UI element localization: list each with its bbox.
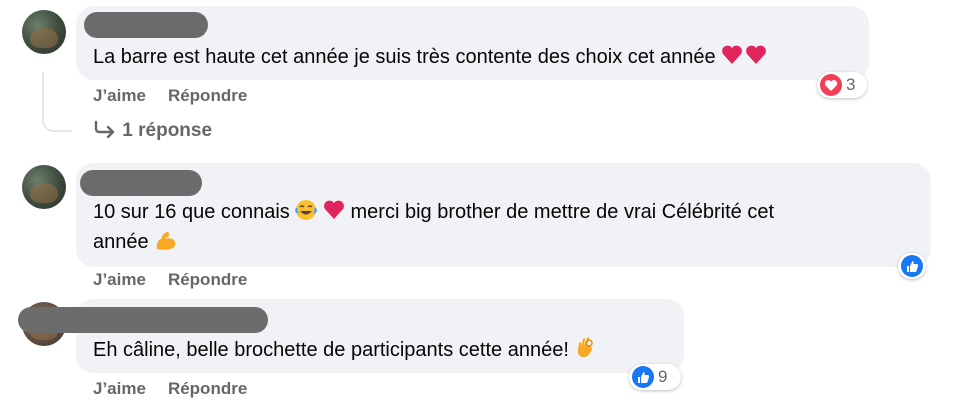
comment-actions: J’aime Répondre — [93, 379, 269, 399]
author-name-redacted[interactable] — [84, 12, 208, 38]
comment-actions: J’aime Répondre — [93, 270, 269, 290]
reaction-summary[interactable] — [898, 253, 926, 279]
reply-button[interactable]: Répondre — [168, 270, 247, 289]
like-reaction-icon — [901, 255, 923, 277]
reaction-summary[interactable]: 3 — [817, 72, 867, 98]
comment-text-content: merci big brother de mettre de vrai Célé… — [350, 201, 775, 223]
replies-count-label: 1 réponse — [122, 120, 213, 141]
comment-bubble: La barre est haute cet année je suis trè… — [76, 6, 869, 80]
like-reaction-icon — [632, 366, 654, 388]
like-button[interactable]: J’aime — [93, 270, 146, 289]
comment-text-content: 10 sur 16 que connais — [93, 201, 290, 223]
red-heart-icon — [721, 44, 767, 75]
thread-connector — [42, 72, 72, 132]
comment-actions: J’aime Répondre — [93, 86, 269, 106]
red-heart-icon — [323, 199, 345, 230]
avatar[interactable] — [22, 165, 66, 209]
comment-text: Eh câline, belle brochette de participan… — [93, 335, 596, 368]
love-reaction-icon — [820, 74, 842, 96]
like-button[interactable]: J’aime — [93, 379, 146, 398]
reaction-count: 9 — [658, 367, 668, 386]
avatar[interactable] — [22, 10, 66, 54]
author-name-redacted[interactable] — [80, 170, 202, 196]
comment-bubble: Eh câline, belle brochette de participan… — [18, 299, 684, 373]
comment-text-content: Eh câline, belle brochette de participan… — [93, 339, 569, 361]
comment-text-line-1: 10 sur 16 que connais merci big brother … — [93, 197, 774, 230]
reaction-count: 3 — [846, 75, 856, 94]
comment-text-line-2: année — [93, 227, 178, 260]
flexed-biceps-icon — [154, 229, 178, 260]
like-button[interactable]: J’aime — [93, 86, 146, 105]
comment-text-content: année — [93, 231, 149, 253]
tears-of-joy-icon — [295, 199, 318, 230]
comment-bubble: 10 sur 16 que connais merci big brother … — [76, 163, 931, 267]
ok-hand-icon — [574, 335, 596, 368]
comment-text-content: La barre est haute cet année je suis trè… — [93, 46, 716, 68]
reply-button[interactable]: Répondre — [168, 86, 247, 105]
author-name-redacted[interactable] — [18, 307, 268, 333]
view-replies-link[interactable]: 1 réponse — [93, 120, 212, 142]
reply-arrow-icon — [93, 120, 122, 141]
comment-text: La barre est haute cet année je suis trè… — [93, 42, 767, 75]
reaction-summary[interactable]: 9 — [629, 364, 681, 390]
reply-button[interactable]: Répondre — [168, 379, 247, 398]
